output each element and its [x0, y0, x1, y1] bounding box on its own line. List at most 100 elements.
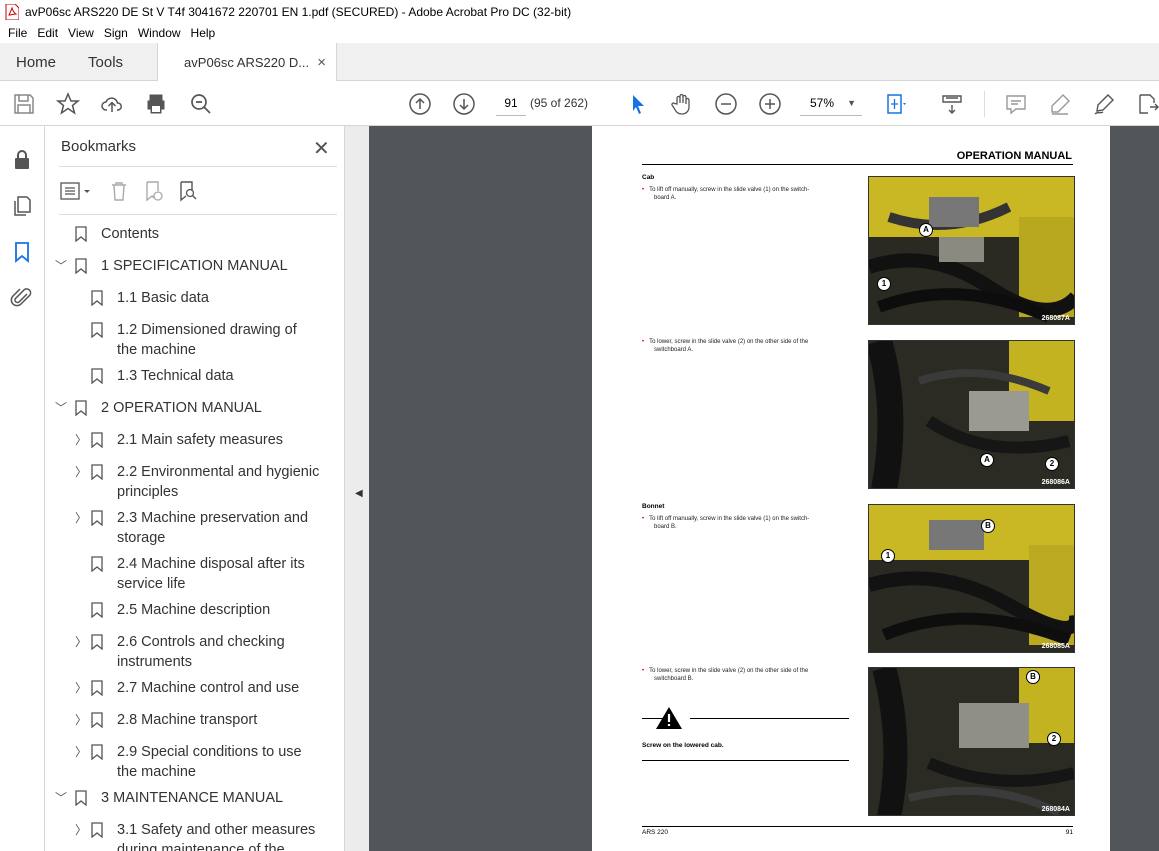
- bookmark-label: 3 MAINTENANCE MANUAL: [101, 790, 284, 806]
- photo-id: 268085A: [1041, 643, 1070, 650]
- previous-page-icon[interactable]: [408, 92, 432, 116]
- new-bookmark-icon[interactable]: [141, 179, 165, 203]
- scroll-mode-icon[interactable]: [940, 92, 964, 116]
- bookmark-label-line2: principles: [117, 484, 179, 500]
- bookmark-label: 2 OPERATION MANUAL: [101, 400, 262, 416]
- export-pdf-icon[interactable]: [1136, 92, 1159, 116]
- photo-268087A: A 1 268087A: [868, 176, 1075, 325]
- bookmark-label: 2.6 Controls and checking: [117, 634, 285, 650]
- highlight-pen-icon[interactable]: [1048, 92, 1072, 116]
- instruction-text: • To lift off manually, screw in the slid…: [642, 187, 810, 201]
- valve-photo: [869, 341, 1074, 488]
- select-cursor-icon[interactable]: [626, 92, 650, 116]
- sign-pen-icon[interactable]: [1092, 92, 1116, 116]
- bookmark-label-line2: service life: [117, 576, 186, 592]
- zoom-in-icon[interactable]: [758, 92, 782, 116]
- comment-icon[interactable]: [1004, 92, 1028, 116]
- bookmark-label: 2.7 Machine control and use: [117, 680, 300, 696]
- chevron-right-icon[interactable]: 〉: [75, 462, 87, 482]
- page-thumbnails-icon[interactable]: [10, 194, 34, 218]
- attachment-icon[interactable]: [10, 286, 34, 310]
- footer-left: ARS 220: [642, 829, 669, 836]
- tab-home[interactable]: Home: [0, 43, 72, 81]
- bookmark-label: 1.1 Basic data: [117, 290, 209, 306]
- close-icon[interactable]: ✕: [313, 136, 330, 161]
- hand-tool-icon[interactable]: [670, 92, 694, 116]
- fit-page-icon[interactable]: [884, 92, 908, 116]
- menu-window[interactable]: Window: [138, 26, 181, 40]
- chevron-down-icon[interactable]: ﹀: [55, 398, 67, 418]
- divider: [59, 214, 337, 215]
- chevron-right-icon[interactable]: 〉: [75, 820, 87, 840]
- menu-help[interactable]: Help: [191, 26, 216, 40]
- zoom-level-select[interactable]: 57% ▼: [800, 90, 862, 116]
- callout-1: 1: [881, 549, 895, 563]
- chevron-right-icon[interactable]: 〉: [75, 710, 87, 730]
- chevron-right-icon[interactable]: 〉: [75, 632, 87, 652]
- bookmarks-title: Bookmarks: [61, 138, 137, 155]
- delete-bookmark-icon[interactable]: [107, 179, 131, 203]
- callout-b: B: [981, 519, 995, 533]
- bookmark-label: 2.9 Special conditions to use: [117, 744, 302, 760]
- upload-cloud-icon[interactable]: [100, 92, 124, 116]
- footer-rule: [642, 826, 1073, 827]
- callout-1: 1: [877, 277, 891, 291]
- tab-close-icon[interactable]: ×: [317, 54, 326, 71]
- callout-a: A: [980, 453, 994, 467]
- save-icon[interactable]: [12, 92, 36, 116]
- chevron-right-icon[interactable]: 〉: [75, 678, 87, 698]
- next-page-icon[interactable]: [452, 92, 476, 116]
- menu-view[interactable]: View: [68, 26, 94, 40]
- divider: [59, 166, 337, 167]
- menu-edit[interactable]: Edit: [37, 26, 58, 40]
- find-bookmark-icon[interactable]: [175, 179, 199, 203]
- menu-file[interactable]: File: [8, 26, 27, 40]
- bookmark-flag-icon: [91, 680, 103, 696]
- star-icon[interactable]: [55, 92, 81, 116]
- bookmark-label: 2.4 Machine disposal after its: [117, 556, 305, 572]
- chevron-right-icon[interactable]: 〉: [75, 430, 87, 450]
- warning-triangle-icon: [656, 707, 682, 729]
- chevron-down-icon[interactable]: ﹀: [55, 256, 67, 276]
- bookmark-flag-icon: [91, 744, 103, 760]
- section-cab: Cab: [642, 174, 655, 181]
- options-menu-icon[interactable]: [59, 179, 95, 203]
- instruction-text: • To lift off manually, screw in the slid…: [642, 516, 810, 530]
- tab-document-label: avP06sc ARS220 D...: [184, 55, 310, 70]
- document-viewer: ◀ OPERATION MANUAL Cab • To lift off manu…: [345, 126, 1159, 851]
- zoom-out-icon[interactable]: [714, 92, 738, 116]
- toolbar-separator: [984, 91, 985, 117]
- chevron-right-icon[interactable]: 〉: [75, 508, 87, 528]
- lock-icon[interactable]: [10, 148, 34, 172]
- bookmark-label: 2.1 Main safety measures: [117, 432, 284, 448]
- callout-2: 2: [1047, 732, 1061, 746]
- photo-268084A: B 2 268084A: [868, 667, 1075, 816]
- print-icon[interactable]: [144, 92, 168, 116]
- window-title: avP06sc ARS220 DE St V T4f 3041672 22070…: [25, 4, 572, 19]
- menu-sign[interactable]: Sign: [104, 26, 128, 40]
- tab-document[interactable]: avP06sc ARS220 D... ×: [157, 43, 338, 82]
- collapse-panel-icon[interactable]: ◀: [355, 488, 363, 499]
- bookmark-flag-icon: [91, 432, 103, 448]
- bookmark-label-line2: the machine: [117, 764, 196, 780]
- warning-rule: [690, 718, 849, 719]
- warning-box: Screw on the lowered cab.: [642, 706, 849, 766]
- instruction-text: • To lower, screw in the slide valve (2) …: [642, 339, 809, 353]
- zoom-search-icon[interactable]: [189, 92, 213, 116]
- callout-b: B: [1026, 670, 1040, 684]
- page-header: OPERATION MANUAL: [956, 150, 1072, 162]
- bookmark-label-line2: instruments: [117, 654, 192, 670]
- tab-tools[interactable]: Tools: [72, 43, 139, 81]
- photo-268086A: A 2 268086A: [868, 340, 1075, 489]
- chevron-down-icon[interactable]: ﹀: [55, 788, 67, 808]
- bookmark-icon[interactable]: [10, 240, 34, 264]
- chevron-right-icon[interactable]: 〉: [75, 742, 87, 762]
- bookmark-flag-icon: [91, 556, 103, 572]
- bookmark-flag-icon: [91, 290, 103, 306]
- left-rail: [0, 126, 45, 851]
- page-number-input[interactable]: 91: [496, 90, 526, 116]
- callout-a: A: [919, 223, 933, 237]
- bookmark-flag-icon: [91, 510, 103, 526]
- callout-2: 2: [1045, 457, 1059, 471]
- instruction-text: • To lower, screw in the slide valve (2) …: [642, 668, 809, 682]
